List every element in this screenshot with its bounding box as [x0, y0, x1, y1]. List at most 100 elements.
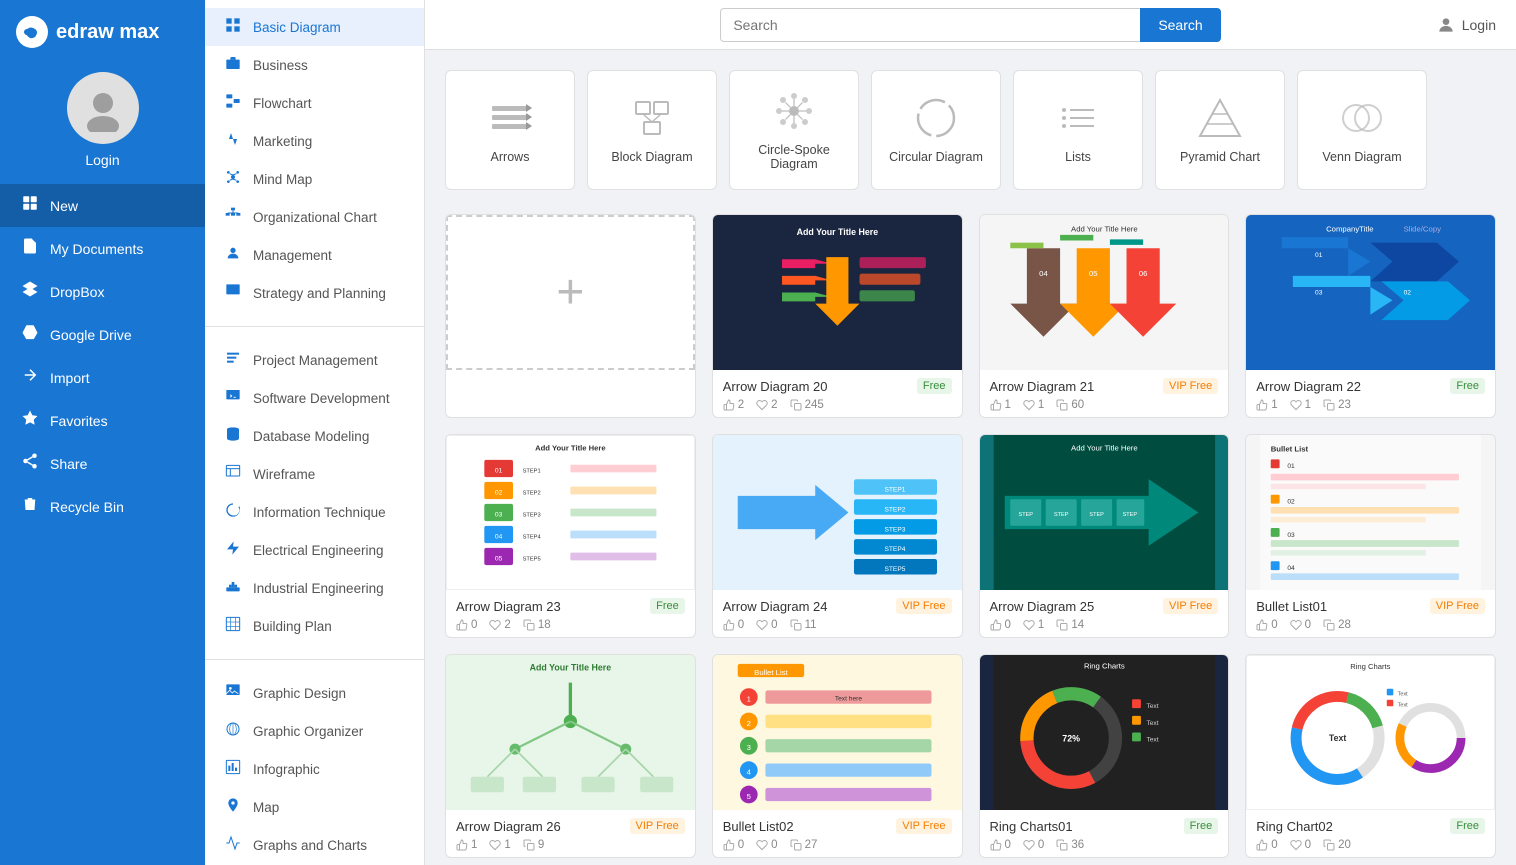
svg-text:Ring Charts: Ring Charts: [1083, 661, 1124, 670]
category-item-industrial[interactable]: Industrial Engineering: [205, 569, 424, 607]
bullet-list-01-copies: 28: [1323, 619, 1351, 631]
sidebar-item-google-drive[interactable]: Google Drive: [0, 313, 205, 356]
pyramid-label: Pyramid Chart: [1180, 150, 1260, 164]
category-graphic-organizer-label: Graphic Organizer: [253, 724, 363, 739]
sidebar-item-recycle-bin[interactable]: Recycle Bin: [0, 485, 205, 528]
arrow-diagram-21-title-row: Arrow Diagram 21 VIP Free: [990, 378, 1219, 394]
category-card-circular[interactable]: Circular Diagram: [871, 70, 1001, 190]
search-bar: Search: [720, 8, 1220, 42]
category-item-database[interactable]: Database Modeling: [205, 417, 424, 455]
category-card-arrows[interactable]: Arrows: [445, 70, 575, 190]
category-item-graphic-organizer[interactable]: Graphic Organizer: [205, 712, 424, 750]
ring-charts-01-title-row: Ring Charts01 Free: [990, 818, 1219, 834]
svg-text:04: 04: [1288, 565, 1296, 572]
add-new-icon: +: [556, 265, 584, 320]
category-item-software-dev[interactable]: Software Development: [205, 379, 424, 417]
arrow-diagram-25-thumb: Add Your Title Here STEP STEP STEP STEP: [980, 435, 1229, 590]
template-card-arrow-diagram-20[interactable]: Add Your Title Here: [712, 214, 963, 418]
arrow-diagram-20-name: Arrow Diagram 20: [723, 379, 828, 394]
svg-text:STEP2: STEP2: [523, 490, 541, 496]
svg-text:01: 01: [495, 467, 503, 474]
template-card-arrow-diagram-25[interactable]: Add Your Title Here STEP STEP STEP STEP: [979, 434, 1230, 638]
category-item-flowchart[interactable]: Flowchart: [205, 84, 424, 122]
svg-text:CompanyTitle: CompanyTitle: [1326, 225, 1373, 234]
category-strategy-label: Strategy and Planning: [253, 286, 386, 301]
svg-text:03: 03: [1288, 532, 1296, 539]
block-diagram-label: Block Diagram: [611, 150, 692, 164]
search-button[interactable]: Search: [1140, 8, 1220, 42]
svg-text:STEP: STEP: [1053, 512, 1068, 518]
svg-text:STEP5: STEP5: [884, 566, 905, 573]
template-add-new[interactable]: +: [445, 214, 696, 418]
category-item-business[interactable]: Business: [205, 46, 424, 84]
arrow-diagram-23-likes: 0: [456, 619, 477, 631]
category-building-plan-label: Building Plan: [253, 619, 332, 634]
template-card-bullet-list-01[interactable]: Bullet List 01 02 03: [1245, 434, 1496, 638]
recycle-bin-icon: [20, 495, 40, 518]
category-item-electrical[interactable]: Electrical Engineering: [205, 531, 424, 569]
arrow-diagram-24-hearts: 0: [756, 619, 777, 631]
category-card-circle-spoke[interactable]: Circle-Spoke Diagram: [729, 70, 859, 190]
arrow-diagram-24-copies: 11: [790, 619, 817, 631]
panel-divider-1: [205, 326, 424, 327]
svg-text:03: 03: [1315, 290, 1323, 297]
category-item-infographic[interactable]: Infographic: [205, 750, 424, 788]
category-card-block-diagram[interactable]: Block Diagram: [587, 70, 717, 190]
arrow-diagram-22-badge: Free: [1450, 378, 1485, 394]
ring-chart-02-title-row: Ring Chart02 Free: [1256, 818, 1485, 834]
sidebar-item-favorites[interactable]: Favorites: [0, 399, 205, 442]
sidebar-item-new[interactable]: New: [0, 184, 205, 227]
template-card-bullet-list-02[interactable]: Bullet List 1 Text here 2 3 4: [712, 654, 963, 858]
category-item-org-chart[interactable]: Organizational Chart: [205, 198, 424, 236]
wireframe-icon: [223, 464, 243, 484]
arrow-diagram-22-copies: 23: [1323, 399, 1351, 411]
template-card-ring-chart-02[interactable]: Ring Charts Text Text: [1245, 654, 1496, 858]
template-card-ring-charts-01[interactable]: Ring Charts 72% Text Text Text: [979, 654, 1230, 858]
category-item-basic-diagram[interactable]: Basic Diagram: [205, 8, 424, 46]
sidebar-login-label[interactable]: Login: [85, 152, 119, 168]
category-item-graphs[interactable]: Graphs and Charts: [205, 826, 424, 864]
sidebar-item-share[interactable]: Share: [0, 442, 205, 485]
category-item-graphic-design[interactable]: Graphic Design: [205, 674, 424, 712]
template-card-arrow-diagram-22[interactable]: CompanyTitle Slide/Copy 01 03 02 Ar: [1245, 214, 1496, 418]
template-card-arrow-diagram-23[interactable]: Add Your Title Here 01 STEP1 02 STEP2 03…: [445, 434, 696, 638]
category-card-venn[interactable]: Venn Diagram: [1297, 70, 1427, 190]
category-card-lists[interactable]: Lists: [1013, 70, 1143, 190]
sidebar-my-documents-label: My Documents: [50, 241, 143, 257]
svg-text:5: 5: [746, 792, 750, 801]
template-card-arrow-diagram-21[interactable]: Add Your Title Here 04 05 06: [979, 214, 1230, 418]
arrow-diagram-23-info: Arrow Diagram 23 Free 0 2: [446, 590, 695, 637]
category-item-management[interactable]: Management: [205, 236, 424, 274]
category-card-pyramid[interactable]: Pyramid Chart: [1155, 70, 1285, 190]
topbar-login[interactable]: Login: [1436, 15, 1496, 35]
category-item-map[interactable]: Map: [205, 788, 424, 826]
category-item-wireframe[interactable]: Wireframe: [205, 455, 424, 493]
category-item-building-plan[interactable]: Building Plan: [205, 607, 424, 645]
svg-text:Text here: Text here: [835, 695, 863, 702]
svg-text:06: 06: [1138, 269, 1147, 278]
category-basic-diagram-label: Basic Diagram: [253, 20, 341, 35]
bullet-list-01-name: Bullet List01: [1256, 599, 1327, 614]
category-item-info-technique[interactable]: Information Technique: [205, 493, 424, 531]
template-card-arrow-diagram-26[interactable]: Add Your Title Here: [445, 654, 696, 858]
arrow-diagram-21-hearts: 1: [1023, 399, 1044, 411]
electrical-icon: [223, 540, 243, 560]
category-item-mind-map[interactable]: Mind Map: [205, 160, 424, 198]
sidebar-item-my-documents[interactable]: My Documents: [0, 227, 205, 270]
category-mind-map-label: Mind Map: [253, 172, 312, 187]
arrow-diagram-23-stats: 0 2 18: [456, 619, 685, 631]
svg-text:4: 4: [746, 768, 751, 777]
svg-text:STEP3: STEP3: [523, 512, 541, 518]
category-item-marketing[interactable]: Marketing: [205, 122, 424, 160]
svg-text:Text: Text: [1146, 703, 1158, 710]
template-card-arrow-diagram-24[interactable]: STEP1 STEP2 STEP3 STEP4 STEP5 Arrow Diag…: [712, 434, 963, 638]
arrow-diagram-23-copies: 18: [523, 619, 551, 631]
arrow-diagram-26-name: Arrow Diagram 26: [456, 819, 561, 834]
svg-text:04: 04: [495, 533, 503, 540]
category-item-project-management[interactable]: Project Management: [205, 341, 424, 379]
sidebar-item-dropbox[interactable]: DropBox: [0, 270, 205, 313]
category-item-strategy[interactable]: Strategy and Planning: [205, 274, 424, 312]
search-input[interactable]: [720, 8, 1140, 42]
svg-text:STEP: STEP: [1122, 512, 1137, 518]
sidebar-item-import[interactable]: Import: [0, 356, 205, 399]
